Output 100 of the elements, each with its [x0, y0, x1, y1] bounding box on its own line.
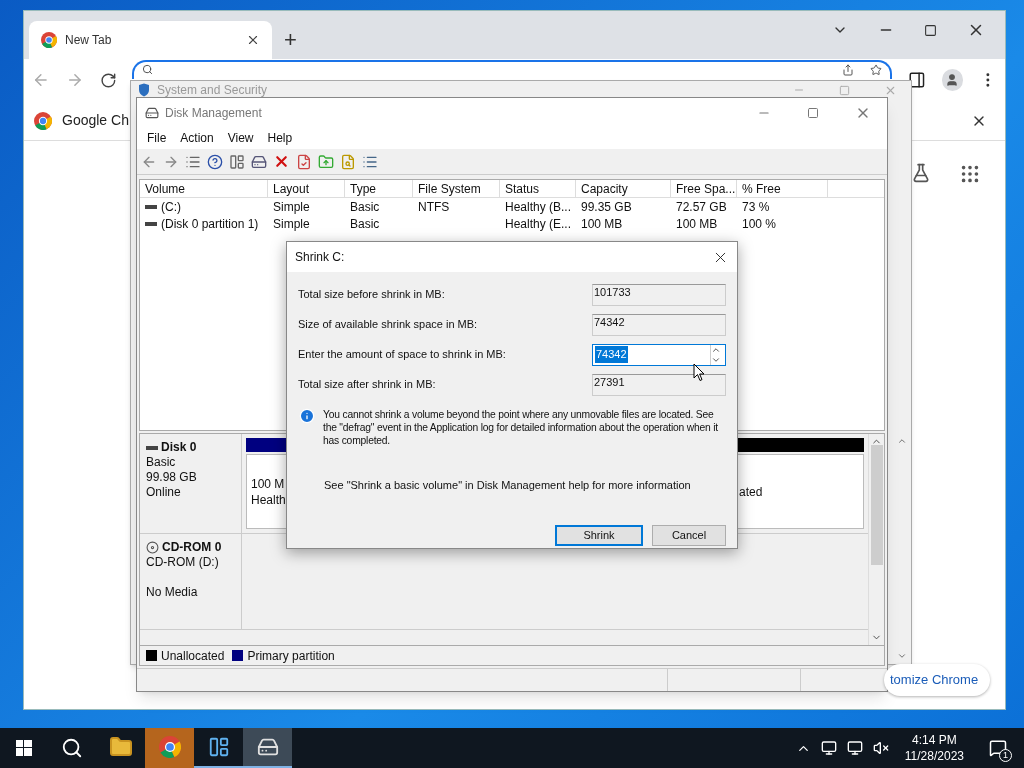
partition-text: Health [251, 491, 285, 508]
disk-name: Disk 0 [161, 440, 197, 455]
readonly-field: 27391 [592, 373, 726, 396]
check-document-icon[interactable] [296, 153, 312, 170]
table-cell-text: NTFS [418, 198, 450, 216]
menu-item[interactable]: Help [260, 129, 300, 147]
panel-icon[interactable] [229, 153, 245, 170]
field-value: 74342 [595, 346, 628, 363]
field-label: Total size after shrink in MB: [298, 377, 437, 393]
clock-date[interactable]: 11/28/2023 [904, 748, 964, 764]
table-cell-text: Simple [273, 198, 310, 216]
info-text: You cannot shrink a volume beyond the point where any unmovable files are located. See the "defrag" event in the Application log for detailed information about the operation when it has completed. [323, 408, 719, 447]
partition-text: 100 M [251, 475, 285, 492]
volume-icon [145, 221, 157, 226]
close-icon[interactable] [246, 33, 260, 47]
menu-item[interactable]: File [140, 129, 174, 147]
column-header[interactable]: Volume [140, 180, 268, 197]
legend-label: Unallocated [161, 647, 225, 665]
flask-icon[interactable] [911, 163, 931, 183]
window-title: System and Security [157, 82, 268, 99]
readonly-field: 74342 [592, 313, 726, 336]
control-panel-icon [207, 736, 230, 758]
maximize-icon[interactable] [807, 106, 819, 119]
legend-label: Primary partition [247, 647, 335, 665]
windows-logo-icon [16, 740, 32, 756]
disk-name: CD-ROM 0 [162, 540, 222, 555]
spin-field[interactable]: 74342 [592, 343, 726, 366]
table-cell-text: Simple [273, 215, 310, 233]
table-cell-text: Basic [350, 215, 380, 233]
notification-icon [989, 739, 1007, 757]
partition-text: ated [739, 483, 764, 500]
disk-info: CD-ROM (D:) [146, 555, 220, 570]
disk-info: Basic [146, 455, 177, 470]
chrome-logo-icon [158, 736, 181, 758]
table-cell-text: Healthy (E... [505, 215, 572, 233]
disc-icon [146, 541, 159, 554]
apps-grid-icon[interactable] [959, 163, 981, 185]
shield-icon [137, 83, 151, 97]
column-header[interactable]: Free Spa... [671, 180, 737, 197]
clock-time[interactable]: 4:14 PM [912, 732, 957, 748]
table-cell-text: (C:) [161, 198, 181, 216]
info-icon [299, 408, 315, 424]
readonly-field: 101733 [592, 283, 726, 306]
table-cell-text: 72.57 GB [676, 198, 727, 216]
scroll-up-icon[interactable] [897, 436, 907, 446]
volume-icon [145, 204, 157, 209]
field-label: Total size before shrink in MB: [298, 287, 446, 303]
window-title: Disk Management [165, 104, 262, 122]
scroll-thumb[interactable] [870, 444, 883, 565]
disk-info: 99.98 GB [146, 470, 198, 485]
dialog-button[interactable]: Shrink [555, 524, 643, 546]
menu-item[interactable]: View [220, 129, 261, 147]
scroll-down-icon[interactable] [897, 651, 907, 661]
dialog-button[interactable]: Cancel [652, 524, 726, 546]
delete-icon[interactable] [273, 153, 290, 170]
promo-text: Google Ch [62, 111, 129, 130]
field-label: Size of available shrink space in MB: [298, 317, 479, 333]
column-header[interactable]: Status [500, 180, 576, 197]
customize-chrome-button[interactable]: tomize Chrome [884, 664, 990, 696]
table-cell-text: 99.35 GB [581, 198, 632, 216]
column-header[interactable]: Capacity [576, 180, 671, 197]
chrome-logo-icon [34, 111, 52, 130]
folder-up-icon[interactable] [318, 153, 334, 170]
disk-info: Online [146, 485, 182, 500]
side-panel-icon[interactable] [907, 71, 926, 89]
star-icon[interactable] [869, 64, 882, 76]
display-icon[interactable] [846, 740, 863, 756]
table-cell-text: 73 % [742, 198, 770, 216]
table-cell-text: Basic [350, 198, 380, 216]
dialog-title: Shrink C: [295, 249, 346, 266]
profile-avatar[interactable] [941, 69, 964, 91]
taskbar-app-button[interactable] [243, 728, 292, 768]
search-icon [142, 64, 154, 75]
help-icon[interactable] [207, 153, 223, 170]
field-label: Enter the amount of space to shrink in MB: [298, 347, 507, 363]
column-header[interactable]: Layout [268, 180, 345, 197]
browser-tab[interactable]: New Tab [29, 21, 272, 59]
mouse-cursor-icon [693, 363, 705, 382]
notification-button[interactable]: 1 [980, 728, 1016, 768]
table-cell-text: (Disk 0 partition 1) [161, 215, 259, 233]
notification-count: 1 [999, 749, 1012, 762]
help-text: See "Shrink a basic volume" in Disk Management help for more information [324, 478, 692, 493]
folder-icon [108, 735, 133, 759]
new-tab-button[interactable]: + [284, 29, 297, 51]
table-cell-text: Healthy (B... [505, 198, 572, 216]
disk-info: No Media [146, 585, 199, 600]
column-header[interactable]: Type [345, 180, 413, 197]
table-cell-text: 100 MB [676, 215, 718, 233]
table-cell-text: 100 MB [581, 215, 623, 233]
table-cell-text: 100 % [742, 215, 777, 233]
tab-title: New Tab [65, 32, 113, 49]
volume-muted-icon[interactable] [872, 740, 889, 756]
maximize-icon[interactable] [924, 23, 937, 37]
share-icon[interactable] [841, 64, 854, 76]
scrollbar[interactable] [868, 434, 884, 645]
column-header[interactable]: File System [413, 180, 500, 197]
column-header[interactable]: % Free [737, 180, 828, 197]
search-icon [61, 737, 83, 759]
menu-item[interactable]: Action [173, 129, 221, 147]
reload-icon[interactable] [99, 71, 117, 89]
